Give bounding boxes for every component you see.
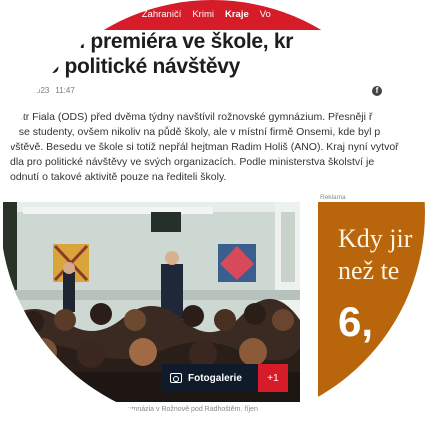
nav-item-vo[interactable]: Vo (260, 9, 271, 21)
photo-caption: ymnázia v Rožnově pod Radhoštěm. říjen (128, 406, 258, 413)
lead-line: dla pro politické návštěvy ve svých orga… (10, 156, 375, 168)
headline-line-1: echtěl premiéra ve škole, kr (26, 30, 294, 53)
gallery-label: Fotogalerie (188, 372, 242, 384)
camera-icon (170, 373, 182, 383)
page-viewport: Domácí Zahraničí Krimi Kraje Vo echtěl premi… (0, 0, 425, 425)
gallery-button-main[interactable]: Fotogalerie (162, 364, 258, 392)
gallery-button[interactable]: Fotogalerie +1 (162, 364, 288, 392)
article-lead: Petr Fiala (ODS) před dvěma týdny navští… (10, 110, 420, 185)
ad-price: 6, (338, 298, 374, 345)
ad-text-line-2: než te (338, 256, 400, 285)
article-date: 023 (36, 86, 50, 95)
nav-item-domácí[interactable]: Domácí (98, 9, 131, 21)
ad-text-line-1: Kdy jir (338, 224, 413, 253)
lead-line: odnutí o takové aktivitě pouze na ředite… (10, 171, 227, 183)
lead-line: vštěvě. Besedu ve škole si totiž nepřál … (10, 141, 399, 153)
nav-item-krimi[interactable]: Krimi (192, 9, 214, 21)
nav-items: Domácí Zahraničí Krimi Kraje Vo (98, 9, 271, 21)
nav-item-kraje[interactable]: Kraje (225, 9, 249, 21)
article-time: 11:47 (55, 86, 75, 95)
top-navigation: Domácí Zahraničí Krimi Kraje Vo (0, 0, 425, 30)
lead-line: e se studenty, ovšem nikoliv na půdě ško… (10, 126, 381, 138)
lead-line: Petr Fiala (ODS) před dvěma týdny navští… (10, 111, 373, 123)
article-meta: 023 11:47 (36, 86, 75, 95)
advertisement-banner[interactable]: Kdy jir než te 6, (318, 202, 425, 398)
ad-label: Reklama (320, 194, 346, 201)
facebook-icon[interactable]: f (372, 86, 382, 96)
article-headline: echtěl premiéra ve škole, kr pro politic… (26, 29, 396, 79)
headline-line-2: pro politické návštěvy (26, 55, 240, 78)
nav-item-zahraničí[interactable]: Zahraničí (142, 9, 182, 21)
gallery-count[interactable]: +1 (258, 364, 288, 392)
